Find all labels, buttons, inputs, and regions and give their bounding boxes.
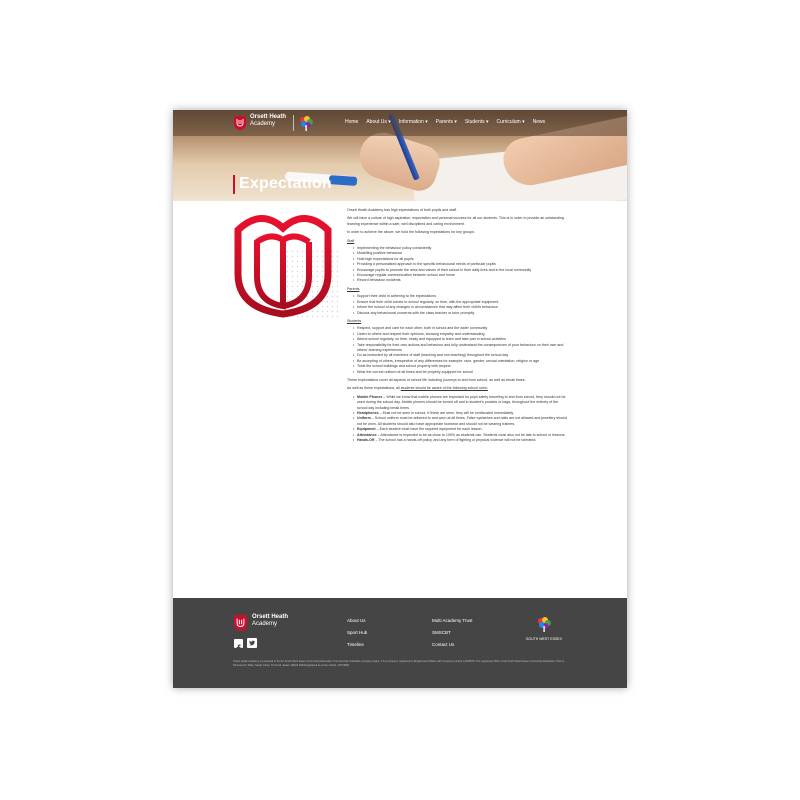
rule-text: – While we know that mobile phones are i…	[357, 394, 566, 410]
nav-information[interactable]: Information ▾	[399, 119, 428, 127]
rule-term: Hands-Off	[357, 438, 375, 443]
nav-curriculum[interactable]: Curriculum ▾	[497, 119, 525, 127]
rule-term: Attendance	[357, 432, 377, 437]
brand-name-line1[interactable]: Orsett Heath	[250, 114, 286, 120]
nav-news[interactable]: News	[533, 119, 546, 127]
footer-link-contact-us[interactable]: Contact Us	[432, 642, 454, 647]
rule-text: – School uniform must be adhered to and …	[357, 416, 567, 426]
footer-link-about-us[interactable]: About Us	[347, 618, 366, 623]
intro-paragraph-2: We will have a culture of high aspiratio…	[347, 216, 564, 226]
footer-brand-line1[interactable]: Orsett Heath	[252, 614, 288, 620]
title-accent-bar	[233, 175, 235, 194]
rule-term: Mobile Phones	[357, 394, 383, 399]
footer-link-multi-academy-trust[interactable]: Multi Academy Trust	[432, 618, 473, 623]
page: Orsett Heath Academy Home About Us ▾ Inf…	[173, 110, 627, 688]
site-footer: Orsett Heath Academy About Us Sport Hub …	[173, 598, 627, 688]
footer-link-timeline[interactable]: Timeline	[347, 642, 364, 647]
rule-text: – Attendance is expected to be as close …	[376, 432, 566, 437]
page-title: Expectation	[239, 175, 332, 192]
school-rules-link[interactable]: students should be aware of the followin…	[401, 386, 488, 390]
rule-term: Headphones	[357, 411, 379, 415]
partner-name: SOUTH WEST ESSEX	[526, 637, 562, 641]
students-heading: Students	[347, 318, 362, 323]
nav-divider	[293, 115, 294, 131]
list-item: Mobile Phones – While we know that mobil…	[353, 395, 569, 411]
rule-text: – Each student must have the required eq…	[375, 427, 483, 432]
cover-paragraph: These expectations cover all aspects of …	[347, 377, 526, 382]
twitter-icon[interactable]	[247, 638, 257, 648]
intro-paragraph-1: Orsett Heath Academy has high expectatio…	[347, 208, 458, 212]
rule-text: – Must not be seen in school. If these a…	[378, 411, 514, 415]
main-nav: Home About Us ▾ Information ▾ Parents ▾ …	[345, 119, 545, 127]
rule-term: Uniform	[357, 416, 371, 421]
footer-link-smscbt[interactable]: SMSCBT	[432, 630, 451, 635]
list-item: Discuss any behavioural concerns with th…	[353, 311, 569, 317]
rules-intro: As well as these expectations, all stude…	[347, 386, 569, 391]
parents-list: Support their child in adhering to the e…	[347, 294, 569, 316]
nav-parents[interactable]: Parents ▾	[436, 119, 457, 127]
partner-logo[interactable]: SOUTH WEST ESSEX	[519, 616, 569, 641]
hero-marker-cap	[328, 175, 358, 186]
nav-home[interactable]: Home	[345, 119, 358, 127]
rule-term: Equipment	[357, 427, 376, 432]
staff-heading: Staff	[347, 238, 355, 243]
brand-name-line2[interactable]: Academy	[250, 121, 275, 127]
rules-list: Mobile Phones – While we know that mobil…	[347, 395, 569, 444]
footer-brand-line2[interactable]: Academy	[252, 621, 277, 627]
list-item: Record behaviour incidents	[353, 278, 569, 284]
list-item: Uniform – School uniform must be adhered…	[353, 416, 569, 427]
students-list: Respect, support and care for each other…	[347, 326, 569, 375]
legal-text: Orsett Heath Academy is proposed to be t…	[233, 660, 567, 668]
nav-students[interactable]: Students ▾	[465, 119, 489, 127]
trust-tree-icon[interactable]	[298, 115, 314, 131]
list-item: Wear the correct uniform at all times an…	[353, 370, 569, 376]
legal-body: Orsett Heath Academy is proposed to be t…	[233, 660, 565, 668]
footer-logo-icon[interactable]	[234, 615, 247, 631]
facebook-icon[interactable]	[234, 639, 243, 652]
academy-emblem-icon	[234, 215, 341, 320]
academy-logo-icon[interactable]	[234, 116, 246, 130]
main-content: Orsett Heath Academy has high expectatio…	[347, 208, 569, 446]
list-item: Take responsibility for their own action…	[353, 343, 569, 354]
footer-link-sport-hub[interactable]: Sport Hub	[347, 630, 367, 635]
list-item: Hands-Off – The school has a hands-off p…	[353, 438, 569, 444]
intro-paragraph-3: In order to achieve the above, we hold t…	[347, 230, 475, 235]
staff-list: Implementing the behaviour policy consis…	[347, 246, 569, 284]
rule-text: – The school has a hands-off policy, and…	[374, 438, 537, 443]
company-number: 11074683	[337, 664, 349, 668]
top-navbar: Orsett Heath Academy Home About Us ▾ Inf…	[173, 110, 627, 136]
partner-tree-icon	[538, 617, 551, 632]
nav-about-us[interactable]: About Us ▾	[366, 119, 390, 127]
rules-intro-text: As well as these expectations, all	[347, 386, 401, 391]
parents-heading: Parents	[347, 286, 360, 291]
hero-banner: Orsett Heath Academy Home About Us ▾ Inf…	[173, 110, 627, 201]
